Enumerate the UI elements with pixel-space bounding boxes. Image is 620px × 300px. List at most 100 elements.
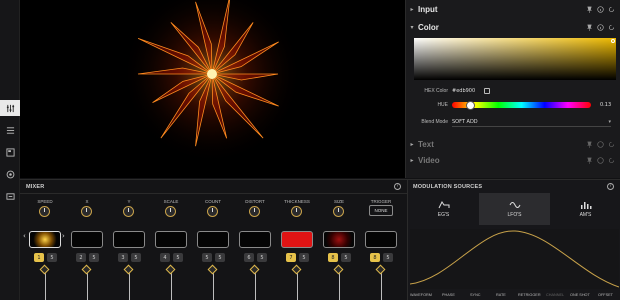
monitor-icon[interactable] bbox=[0, 188, 20, 204]
fader-handle[interactable] bbox=[249, 264, 260, 275]
section-video[interactable]: ▸ Video bbox=[406, 152, 620, 168]
channel-thumbnail[interactable] bbox=[323, 231, 355, 248]
channel-button-b[interactable]: 5 bbox=[89, 253, 99, 262]
reset-icon[interactable] bbox=[608, 157, 615, 164]
mixer-channel: X 25 bbox=[67, 180, 107, 300]
color-saturation-picker[interactable] bbox=[414, 38, 616, 80]
channel-button-b[interactable]: 5 bbox=[131, 253, 141, 262]
channel-label: DISTORT bbox=[245, 199, 265, 204]
trigger-select[interactable]: NONE bbox=[369, 205, 393, 216]
hue-slider[interactable] bbox=[452, 100, 591, 110]
channel-label: THICKNESS bbox=[284, 199, 310, 204]
channel-knob[interactable] bbox=[39, 206, 50, 217]
channel-knob[interactable] bbox=[249, 206, 260, 217]
fader-handle[interactable] bbox=[81, 264, 92, 275]
info-icon[interactable] bbox=[597, 140, 604, 148]
tab-lfos[interactable]: LFO'S bbox=[479, 193, 550, 225]
channel-thumbnail[interactable] bbox=[155, 231, 187, 248]
left-toolbar bbox=[0, 0, 20, 300]
hex-color-value[interactable]: #edb900 bbox=[452, 88, 482, 94]
reset-icon[interactable] bbox=[608, 141, 615, 148]
modulation-panel: MODULATION SOURCES ? EG'S LFO'S AM'S WAV… bbox=[407, 179, 620, 300]
fader-handle[interactable] bbox=[333, 264, 344, 275]
blend-mode-select[interactable]: SOFT ADD ▾ bbox=[452, 117, 611, 127]
lfo-param-label[interactable]: CHANNEL bbox=[546, 293, 564, 297]
reset-icon[interactable] bbox=[608, 6, 615, 13]
channel-button-b[interactable]: 5 bbox=[47, 253, 57, 262]
fader-handle[interactable] bbox=[207, 264, 218, 275]
fader-handle[interactable] bbox=[123, 264, 134, 275]
lfo-param-label[interactable]: PHASE bbox=[442, 293, 455, 297]
lfo-param-label[interactable]: RATE bbox=[496, 293, 506, 297]
channel-button-b[interactable]: 5 bbox=[383, 253, 393, 262]
chevron-down-icon: ▾ bbox=[410, 23, 414, 31]
fader-handle[interactable] bbox=[291, 264, 302, 275]
channel-thumbnail[interactable] bbox=[113, 231, 145, 248]
sliders-icon[interactable] bbox=[0, 100, 20, 116]
channel-thumbnail[interactable] bbox=[197, 231, 229, 248]
channel-thumbnail[interactable] bbox=[29, 231, 61, 248]
fader-handle[interactable] bbox=[165, 264, 176, 275]
channel-button-a[interactable]: 6 bbox=[244, 253, 254, 262]
channel-knob[interactable] bbox=[333, 206, 344, 217]
chevron-left-icon[interactable]: ‹ bbox=[23, 232, 26, 240]
mixer-channel: THICKNESS 7 5 bbox=[277, 180, 317, 300]
dial-icon[interactable] bbox=[0, 166, 20, 182]
channel-knob[interactable] bbox=[123, 206, 134, 217]
render-viewport[interactable] bbox=[20, 0, 405, 178]
fader-handle[interactable] bbox=[39, 264, 50, 275]
channel-label: COUNT bbox=[205, 199, 221, 204]
lfo-param-label[interactable]: SYNC bbox=[470, 293, 481, 297]
list-icon[interactable] bbox=[0, 122, 20, 138]
hue-slider-handle[interactable] bbox=[466, 100, 475, 110]
channel-button-a[interactable]: 7 bbox=[286, 253, 296, 262]
section-text[interactable]: ▸ Text bbox=[406, 136, 620, 152]
channel-button-b[interactable]: 5 bbox=[257, 253, 267, 262]
fader-handle[interactable] bbox=[375, 264, 386, 275]
lfo-waveform-display[interactable] bbox=[410, 229, 619, 289]
section-color[interactable]: ▾ Color bbox=[406, 19, 620, 35]
channel-button-a[interactable]: 1 bbox=[34, 253, 44, 262]
channel-thumbnail[interactable] bbox=[365, 231, 397, 248]
info-icon[interactable] bbox=[597, 5, 604, 13]
lfo-param-label[interactable]: WAVEFORM bbox=[410, 293, 432, 297]
chevron-right-icon[interactable]: › bbox=[62, 232, 65, 240]
channel-button-b[interactable]: 5 bbox=[173, 253, 183, 262]
channel-knob[interactable] bbox=[291, 206, 302, 217]
pin-icon[interactable] bbox=[586, 157, 593, 164]
channel-button-a[interactable]: 3 bbox=[118, 253, 128, 262]
info-icon[interactable] bbox=[597, 156, 604, 164]
channel-knob[interactable] bbox=[165, 206, 176, 217]
help-icon[interactable]: ? bbox=[607, 183, 614, 190]
lfo-param-label[interactable]: ONE SHOT bbox=[570, 293, 590, 297]
channel-thumbnail[interactable] bbox=[239, 231, 271, 248]
channel-knob[interactable] bbox=[207, 206, 218, 217]
chevron-right-icon: ▸ bbox=[410, 5, 414, 13]
info-icon[interactable] bbox=[597, 23, 604, 31]
tab-ams[interactable]: AM'S bbox=[550, 193, 620, 225]
section-input[interactable]: ▸ Input bbox=[406, 1, 620, 17]
channel-thumbnail[interactable] bbox=[71, 231, 103, 248]
channel-button-a[interactable]: 5 bbox=[202, 253, 212, 262]
channel-button-b[interactable]: 5 bbox=[341, 253, 351, 262]
tab-egs[interactable]: EG'S bbox=[408, 193, 479, 225]
lfo-param-label[interactable]: RETRIGGER bbox=[518, 293, 541, 297]
channel-button-a[interactable]: 4 bbox=[160, 253, 170, 262]
channel-button-b[interactable]: 5 bbox=[215, 253, 225, 262]
layers-icon[interactable] bbox=[0, 144, 20, 160]
channel-button-a[interactable]: 8 bbox=[328, 253, 338, 262]
chevron-right-icon: ▸ bbox=[410, 156, 414, 164]
pin-icon[interactable] bbox=[586, 141, 593, 148]
pin-icon[interactable] bbox=[586, 24, 593, 31]
channel-knob[interactable] bbox=[81, 206, 92, 217]
lfo-param-label[interactable]: OFFSET bbox=[598, 293, 613, 297]
channel-thumbnail[interactable] bbox=[281, 231, 313, 248]
channel-label: SPEED bbox=[37, 199, 53, 204]
reset-icon[interactable] bbox=[608, 24, 615, 31]
channel-button-a[interactable]: 2 bbox=[76, 253, 86, 262]
pin-icon[interactable] bbox=[586, 6, 593, 13]
copy-icon[interactable] bbox=[484, 88, 490, 94]
channel-button-a[interactable]: 8 bbox=[370, 253, 380, 262]
channel-button-b[interactable]: 5 bbox=[299, 253, 309, 262]
color-picker-handle[interactable] bbox=[611, 39, 615, 43]
